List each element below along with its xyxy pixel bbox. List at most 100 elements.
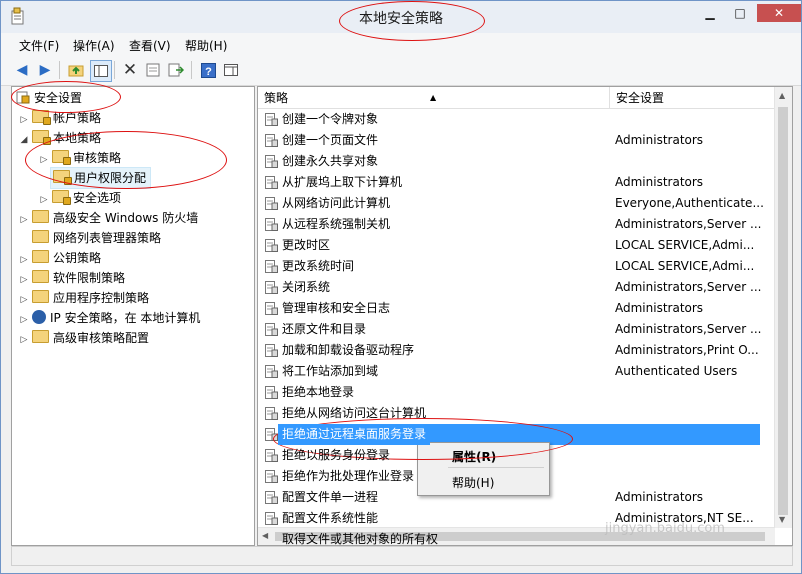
policy-icon [265,197,278,210]
maximize-button[interactable]: □ [725,4,755,22]
folder-icon [32,270,49,283]
menu-help[interactable]: 帮助(H) [185,37,227,54]
vertical-scrollbar[interactable]: ▲ ▼ [774,87,792,528]
ip-security-icon [32,310,46,324]
policy-row[interactable]: 加载和卸载设备驱动程序 Administrators,Print O... [258,340,775,361]
context-menu-separator [448,467,544,468]
policy-icon [265,134,278,147]
properties-icon[interactable] [143,60,163,80]
tree-item-local-policies[interactable]: ◢ 本地策略 [18,128,101,148]
close-button[interactable]: ✕ [757,4,801,22]
delete-icon[interactable]: ✕ [120,60,140,80]
policy-row[interactable]: 将工作站添加到域 Authenticated Users [258,361,775,382]
policy-row[interactable]: 创建永久共享对象 [258,151,775,172]
toolbar-separator [191,61,192,79]
policy-icon [265,407,278,420]
tree-item-app-control[interactable]: ▷ 应用程序控制策略 [18,288,149,308]
policy-row[interactable]: 创建一个页面文件 Administrators [258,130,775,151]
scrollbar-thumb[interactable] [778,107,788,515]
policy-icon [265,491,278,504]
menu-action[interactable]: 操作(A) [73,37,115,54]
help-icon[interactable]: ? [198,60,218,80]
title-bar[interactable]: 本地安全策略 ▁ □ ✕ [1,1,801,33]
context-menu-properties[interactable]: 属性(R) [452,448,496,465]
expand-icon[interactable]: ▷ [18,310,30,330]
sort-ascending-icon: ▲ [430,93,437,102]
menu-file[interactable]: 文件(F) [19,37,59,54]
expand-icon[interactable]: ▷ [18,270,30,290]
policy-name: 拒绝作为批处理作业登录 [282,469,415,483]
tree-item-public-key-policies[interactable]: ▷ 公钥策略 [18,248,101,268]
policy-row[interactable]: 更改时区 LOCAL SERVICE,Admi... [258,235,775,256]
menu-bar: 文件(F) 操作(A) 查看(V) 帮助(H) [1,33,801,55]
policy-name: 关闭系统 [282,280,331,294]
tree-item-user-rights-assignment[interactable]: 用户权限分配 [50,167,152,189]
tree-item-label: 本地策略 [53,131,102,145]
policy-row[interactable]: 管理审核和安全日志 Administrators [258,298,775,319]
back-icon[interactable]: ◀ [12,60,32,80]
policy-icon [265,239,278,252]
security-settings-icon [16,91,30,104]
expand-icon[interactable]: ▷ [18,110,30,130]
menu-view[interactable]: 查看(V) [129,37,171,54]
tree-item-software-restriction[interactable]: ▷ 软件限制策略 [18,268,125,288]
policy-icon [265,470,278,483]
policy-icon [265,344,278,357]
policy-row[interactable]: 从网络访问此计算机 Everyone,Authenticate... [258,193,775,214]
tree-root-security-settings[interactable]: 安全设置 [14,88,82,108]
policy-setting-value: Administrators,Server ... [615,280,762,294]
folder-icon [32,250,49,263]
watermark: jingyan.baidu.com [605,521,725,536]
policy-row[interactable]: 还原文件和目录 Administrators,Server ... [258,319,775,340]
folder-lock-icon [52,150,71,165]
minimize-button[interactable]: ▁ [695,4,725,22]
tree-item-network-list-manager[interactable]: 网络列表管理器策略 [30,228,161,248]
policy-row[interactable]: 从远程系统强制关机 Administrators,Server ... [258,214,775,235]
folder-icon [32,210,49,223]
policy-name: 从扩展坞上取下计算机 [282,175,403,189]
scroll-left-icon[interactable]: ◀ [262,531,268,540]
expand-icon[interactable]: ▷ [18,330,30,350]
expand-icon[interactable]: ▷ [18,210,30,230]
tree-item-ip-security[interactable]: ▷ IP 安全策略，在 本地计算机 [18,308,200,328]
policy-row[interactable]: 更改系统时间 LOCAL SERVICE,Admi... [258,256,775,277]
policy-row[interactable]: 从扩展坞上取下计算机 Administrators [258,172,775,193]
expand-icon[interactable]: ▷ [18,290,30,310]
policy-row[interactable]: 拒绝本地登录 [258,382,775,403]
tree-item-account-policies[interactable]: ▷ 帐户策略 [18,108,101,128]
policy-setting-value: LOCAL SERVICE,Admi... [615,259,755,273]
scroll-down-icon[interactable]: ▼ [779,515,785,524]
folder-lock-icon [52,190,71,205]
policy-icon [265,386,278,399]
column-header-setting[interactable]: 安全设置 [610,87,775,109]
collapse-icon[interactable]: ◢ [18,130,30,150]
policy-row[interactable]: 关闭系统 Administrators,Server ... [258,277,775,298]
policy-setting-value: Administrators [615,175,704,189]
tree-item-label: 帐户策略 [53,111,102,125]
policy-name: 配置文件单一进程 [282,490,379,504]
expand-icon[interactable]: ▷ [38,150,50,170]
context-menu-help[interactable]: 帮助(H) [452,474,494,491]
forward-icon[interactable]: ▶ [35,60,55,80]
export-list-icon[interactable] [166,60,186,80]
policy-setting-value: Administrators [615,490,704,504]
expand-icon[interactable]: ▷ [18,250,30,270]
tree-item-audit-policy[interactable]: ▷ 审核策略 [38,148,121,168]
policy-row[interactable]: 拒绝从网络访问这台计算机 [258,403,775,424]
context-menu: 属性(R) 帮助(H) [417,442,550,496]
policy-name: 加载和卸载设备驱动程序 [282,343,415,357]
show-hide-tree-icon[interactable] [90,60,112,82]
up-folder-icon[interactable] [66,60,86,80]
tree-item-advanced-audit[interactable]: ▷ 高级审核策略配置 [18,328,149,348]
main-window: 本地安全策略 ▁ □ ✕ 文件(F) 操作(A) 查看(V) 帮助(H) ◀ ▶… [0,0,802,574]
tree-item-security-options[interactable]: ▷ 安全选项 [38,188,121,208]
column-header-policy[interactable]: 策略 ▲ [258,87,610,109]
tree-item-windows-firewall[interactable]: ▷ 高级安全 Windows 防火墙 [18,208,198,228]
tree-item-label: 高级安全 Windows 防火墙 [53,211,199,225]
policy-setting-value: Administrators [615,301,704,315]
scroll-up-icon[interactable]: ▲ [779,91,785,100]
folder-icon [32,230,49,243]
expand-icon[interactable]: ▷ [38,190,50,210]
policy-row[interactable]: 创建一个令牌对象 [258,109,775,130]
action-pane-icon[interactable] [221,60,241,80]
